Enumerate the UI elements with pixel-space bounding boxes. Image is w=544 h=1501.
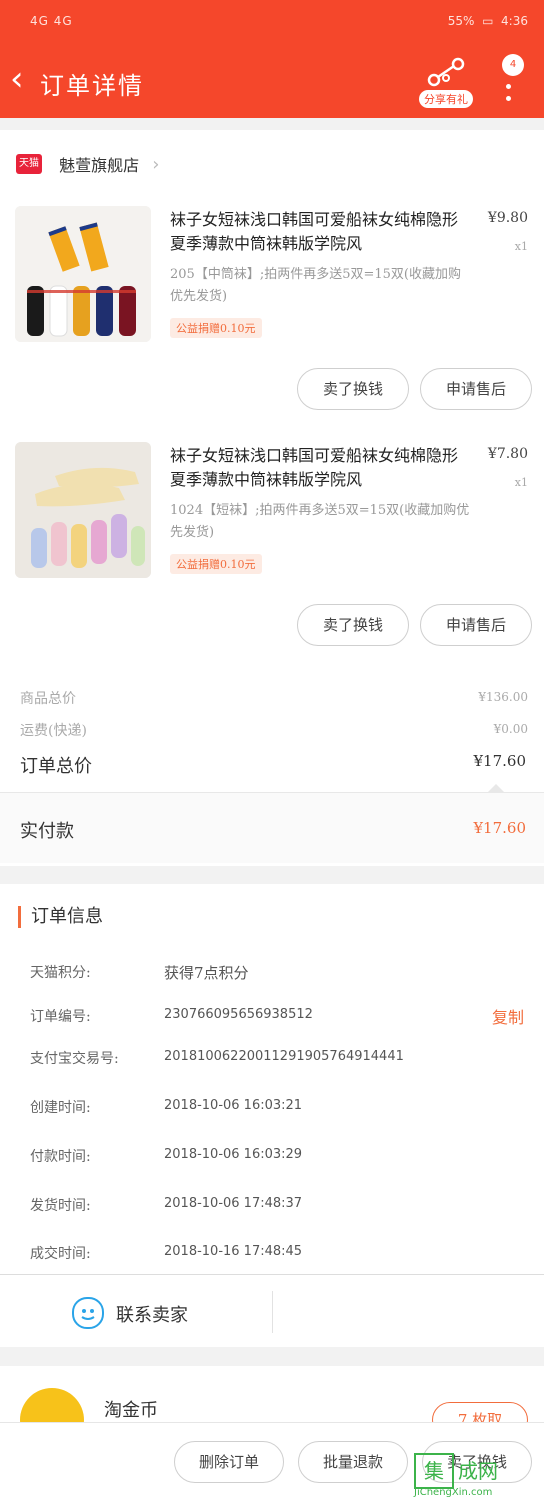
- product-item[interactable]: 袜子女短袜浅口韩国可爱船袜女纯棉隐形夏季薄款中筒袜韩版学院风 ¥7.80 x1 …: [0, 442, 544, 592]
- paid-row: 实付款 ¥17.60: [0, 792, 544, 863]
- after-sales-button[interactable]: 申请售后: [420, 604, 532, 646]
- watermark-text: 成网: [458, 1459, 498, 1483]
- page-title: 订单详情: [40, 72, 144, 100]
- info-label: 付款时间:: [30, 1149, 91, 1165]
- info-label: 订单编号:: [30, 1009, 91, 1025]
- more-menu-button[interactable]: 4: [498, 54, 524, 108]
- product-image[interactable]: [15, 206, 151, 342]
- coin-name: 淘金币: [104, 1400, 158, 1421]
- info-label: 创建时间:: [30, 1100, 91, 1116]
- order-total-label: 订单总价: [20, 756, 92, 777]
- product-price: ¥7.80: [487, 446, 528, 462]
- contact-bar: 联系卖家: [0, 1274, 544, 1347]
- share-label: 分享有礼: [419, 90, 473, 108]
- info-value: 获得7点积分: [164, 964, 249, 982]
- order-number-value: 230766095656938512: [164, 1007, 313, 1022]
- title-bar: ‹ 订单详情 分享有礼 4: [0, 44, 544, 118]
- info-label: 发货时间:: [30, 1198, 91, 1214]
- battery-level: 55%: [447, 14, 475, 28]
- more-dot-icon: [506, 96, 511, 101]
- goods-total-label: 商品总价: [20, 691, 76, 707]
- shipping-value: ¥0.00: [493, 722, 528, 736]
- order-info-heading: 订单信息: [18, 906, 103, 928]
- watermark-logo-icon: 集: [414, 1453, 454, 1489]
- product-item[interactable]: 袜子女短袜浅口韩国可爱船袜女纯棉隐形夏季薄款中筒袜韩版学院风 ¥9.80 x1 …: [0, 206, 544, 356]
- info-value: 2018-10-06 17:48:37: [164, 1196, 303, 1211]
- more-dot-icon: [506, 84, 511, 89]
- message-badge: 4: [502, 54, 524, 76]
- share-button[interactable]: 分享有礼: [418, 54, 474, 108]
- watermark-url: JiChengXin.com: [414, 1487, 493, 1498]
- product-image[interactable]: [15, 442, 151, 578]
- watermark: 集 成网 JiChengXin.com: [414, 1453, 530, 1498]
- info-label: 成交时间:: [30, 1246, 91, 1262]
- status-bar: 4G 4G 55% ▭ 4:36: [0, 0, 544, 44]
- batch-refund-button[interactable]: 批量退款: [298, 1441, 408, 1483]
- chat-face-icon[interactable]: [72, 1297, 104, 1329]
- contact-seller-button[interactable]: 联系卖家: [116, 1301, 188, 1327]
- product-name: 袜子女短袜浅口韩国可爱船袜女纯棉隐形夏季薄款中筒袜韩版学院风: [170, 210, 459, 253]
- back-chevron-icon[interactable]: ‹: [10, 62, 24, 96]
- shipping-label: 运费(快递): [20, 723, 87, 739]
- shop-row[interactable]: 天猫 魅萱旗舰店 ›: [16, 152, 159, 178]
- product-price: ¥9.80: [487, 210, 528, 226]
- info-label: 天猫积分:: [30, 965, 91, 981]
- product-name: 袜子女短袜浅口韩国可爱船袜女纯棉隐形夏季薄款中筒袜韩版学院风: [170, 446, 459, 489]
- product-qty: x1: [514, 476, 528, 489]
- paid-value: ¥17.60: [473, 819, 527, 837]
- tmall-logo-icon: 天猫: [16, 154, 42, 174]
- product-sku: 1024【短袜】;拍两件再多送5双=15双(收藏加购优先发货): [170, 503, 470, 540]
- order-info-card: [0, 884, 544, 1274]
- copy-button[interactable]: 复制: [492, 1004, 524, 1028]
- product-qty: x1: [514, 240, 528, 253]
- product-sku: 205【中筒袜】;拍两件再多送5双=15双(收藏加购优先发货): [170, 267, 461, 304]
- bottom-action-bar: 删除订单 批量退款 卖了换钱 集 成网 JiChengXin.com: [0, 1422, 544, 1501]
- order-total-value: ¥17.60: [473, 752, 527, 770]
- info-value: 2018-10-16 17:48:45: [164, 1244, 303, 1259]
- shop-name: 魅萱旗舰店: [59, 156, 140, 175]
- info-value: 2018-10-06 16:03:29: [164, 1147, 303, 1162]
- clock: 4:36: [501, 14, 528, 28]
- notch-icon: [488, 784, 504, 792]
- sell-for-cash-button[interactable]: 卖了换钱: [297, 368, 409, 410]
- sell-for-cash-button[interactable]: 卖了换钱: [297, 604, 409, 646]
- info-label: 支付宝交易号:: [30, 1051, 119, 1067]
- goods-total-value: ¥136.00: [478, 690, 528, 704]
- share-icon: [427, 57, 465, 87]
- signal-indicator: 4G 4G: [30, 14, 73, 28]
- info-value: 2018-10-06 16:03:21: [164, 1098, 303, 1113]
- charity-tag: 公益捐赠0.10元: [170, 318, 262, 338]
- delete-order-button[interactable]: 删除订单: [174, 1441, 284, 1483]
- info-value: 20181006220011291905764914441: [164, 1049, 404, 1064]
- paid-label: 实付款: [20, 821, 74, 842]
- divider: [272, 1291, 273, 1333]
- after-sales-button[interactable]: 申请售后: [420, 368, 532, 410]
- charity-tag: 公益捐赠0.10元: [170, 554, 262, 574]
- chevron-right-icon: ›: [152, 153, 160, 175]
- status-right: 55% ▭ 4:36: [447, 14, 528, 28]
